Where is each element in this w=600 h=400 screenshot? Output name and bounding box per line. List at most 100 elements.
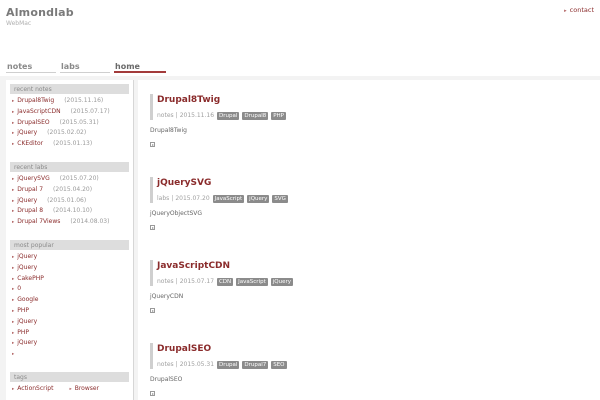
right-triangle-icon: ▸ — [12, 254, 15, 260]
read-more-icon[interactable] — [150, 391, 155, 396]
post-section[interactable]: notes — [157, 361, 174, 368]
right-triangle-icon: ▸ — [12, 220, 15, 226]
tag-link[interactable]: Browser — [75, 385, 99, 392]
post-section[interactable]: notes — [157, 112, 174, 119]
list-item[interactable]: ▸ JavaScriptCDN (2015.07.17) — [10, 107, 129, 118]
tag-badge[interactable]: SEO — [271, 360, 287, 369]
site-subtitle: WebMac — [6, 20, 32, 27]
post-title[interactable]: Drupal8Twig — [157, 94, 590, 107]
content-area: Drupal8Twig notes | 2015.11.16 Drupal Drupa… — [138, 80, 600, 400]
item-link[interactable]: jQuery — [17, 253, 37, 260]
right-triangle-icon: ▸ — [12, 352, 15, 358]
tag-badge[interactable]: CDN — [216, 277, 234, 286]
item-date: (2015.11.16) — [64, 97, 104, 104]
list-item[interactable]: ▸ jQuerySVG (2015.07.20) — [10, 174, 129, 185]
right-triangle-icon: ▸ — [12, 187, 15, 193]
item-link[interactable]: jQuery — [17, 339, 37, 346]
item-link[interactable]: jQuerySVG — [17, 175, 49, 182]
tag-badge[interactable]: Drupal — [216, 111, 240, 120]
right-triangle-icon: ▸ — [12, 308, 15, 314]
post-section[interactable]: notes — [157, 278, 174, 285]
nav-notes[interactable]: notes — [6, 62, 56, 73]
item-link[interactable]: Drupal8Twig — [17, 97, 54, 104]
site-title[interactable]: Almondlab — [6, 6, 74, 19]
tag-badge[interactable]: Drupal8 — [242, 111, 269, 120]
most-popular-block: most popular ▸ jQuery ▸ jQuery ▸ CakePHP ▸ 0… — [10, 239, 129, 360]
item-date: (2015.07.20) — [59, 174, 99, 182]
right-triangle-icon: ▸ — [69, 386, 72, 392]
item-link[interactable]: Google — [17, 296, 38, 303]
post-date: 2015.11.16 — [179, 112, 215, 119]
item-link[interactable]: jQuery — [17, 264, 37, 271]
list-item[interactable]: ▸ PHP — [10, 306, 129, 317]
post: JavaScriptCDN notes | 2015.07.17 CDN JavaSc… — [150, 260, 590, 313]
item-link[interactable]: DrupalSEO — [17, 119, 49, 126]
recent-notes-block: recent notes ▸ Drupal8Twig (2015.11.16) ▸ J… — [10, 84, 129, 150]
nav-home[interactable]: home — [114, 62, 166, 73]
right-triangle-icon: ▸ — [12, 386, 15, 392]
list-item[interactable]: ▸ jQuery — [10, 263, 129, 274]
nav-labs[interactable]: labs — [60, 62, 110, 73]
list-item[interactable]: ▸ Drupal 8 (2014.10.10) — [10, 206, 129, 217]
item-date: (2014.10.10) — [53, 207, 93, 215]
post-meta: notes | 2015.05.31 Drupal Drupal7 SEO — [157, 360, 287, 369]
read-more-icon[interactable] — [150, 225, 155, 230]
item-date: (2015.01.06) — [47, 196, 87, 204]
tag-badge[interactable]: SVG — [272, 194, 288, 203]
post-section[interactable]: labs — [157, 195, 169, 202]
list-item[interactable]: ▸ jQuery (2015.02.02) — [10, 128, 129, 139]
tag-badge[interactable]: Drupal7 — [242, 360, 269, 369]
list-item[interactable]: ▸ jQuery — [10, 317, 129, 328]
item-link[interactable]: CakePHP — [17, 275, 44, 282]
item-link[interactable]: jQuery — [17, 129, 37, 136]
post-title[interactable]: JavaScriptCDN — [157, 260, 590, 273]
post-title[interactable]: DrupalSEO — [157, 343, 590, 356]
list-item[interactable]: ▸ Drupal 7Views (2014.08.03) — [10, 217, 129, 228]
read-more-icon[interactable] — [150, 142, 155, 147]
tag-badge[interactable]: Drupal — [216, 360, 240, 369]
list-item[interactable]: ▸ DrupalSEO (2015.05.31) — [10, 118, 129, 129]
list-item[interactable]: ▸ Drupal8Twig (2015.11.16) — [10, 96, 129, 107]
tag-badge[interactable]: JavaScript — [212, 194, 245, 203]
post-header: jQuerySVG labs | 2015.07.20 JavaScript jQue… — [150, 177, 590, 203]
post-header: Drupal8Twig notes | 2015.11.16 Drupal Drupa… — [150, 94, 590, 120]
item-link[interactable]: Drupal 8 — [17, 207, 43, 214]
right-triangle-icon: ▸ — [12, 176, 15, 182]
list-item[interactable]: ▸ CakePHP — [10, 274, 129, 285]
item-date: (2015.01.13) — [53, 140, 93, 148]
post-title[interactable]: jQuerySVG — [157, 177, 590, 190]
read-more-icon[interactable] — [150, 308, 155, 313]
item-link[interactable]: JavaScriptCDN — [17, 108, 60, 115]
list-item[interactable]: ▸ jQuery (2015.01.06) — [10, 196, 129, 207]
contact-label: contact — [569, 6, 594, 14]
tag-badge[interactable]: JavaScript — [236, 277, 268, 286]
post-header: DrupalSEO notes | 2015.05.31 Drupal Drupal7… — [150, 343, 590, 369]
tag-badge[interactable]: jQuery — [270, 277, 293, 286]
right-triangle-icon: ▸ — [12, 209, 15, 215]
list-item[interactable]: ▸ CKEditor (2015.01.13) — [10, 139, 129, 150]
item-link[interactable]: CKEditor — [17, 140, 43, 147]
item-date: (2015.05.31) — [59, 118, 99, 126]
tag-badge[interactable]: PHP — [271, 111, 286, 120]
right-triangle-icon: ▸ — [12, 142, 15, 148]
item-link[interactable]: PHP — [17, 307, 29, 314]
item-date: (2015.07.17) — [70, 107, 110, 115]
item-link[interactable]: Drupal 7 — [17, 186, 43, 193]
item-link[interactable]: jQuery — [17, 197, 37, 204]
list-item[interactable]: ▸ jQuery — [10, 338, 129, 349]
list-item[interactable]: ▸ jQuery — [10, 252, 129, 263]
tag-badge[interactable]: jQuery — [247, 194, 270, 203]
item-link[interactable]: Drupal 7Views — [17, 218, 60, 225]
post-body: jQueryObjectSVG — [150, 210, 203, 217]
list-item[interactable]: ▸ PHP — [10, 328, 129, 339]
list-item[interactable]: ▸ Google — [10, 295, 129, 306]
item-link[interactable]: 0 — [17, 285, 21, 292]
list-item[interactable]: ▸ 0 — [10, 284, 129, 295]
list-item[interactable]: ▸ Drupal 7 (2015.04.20) — [10, 185, 129, 196]
item-link[interactable]: PHP — [17, 329, 29, 336]
right-triangle-icon: ▸ — [12, 198, 15, 204]
tag-link[interactable]: ActionScript — [17, 385, 53, 392]
list-item[interactable]: ▸ — [10, 349, 129, 360]
contact-link[interactable]: ▸ contact — [564, 6, 594, 14]
item-link[interactable]: jQuery — [17, 318, 37, 325]
